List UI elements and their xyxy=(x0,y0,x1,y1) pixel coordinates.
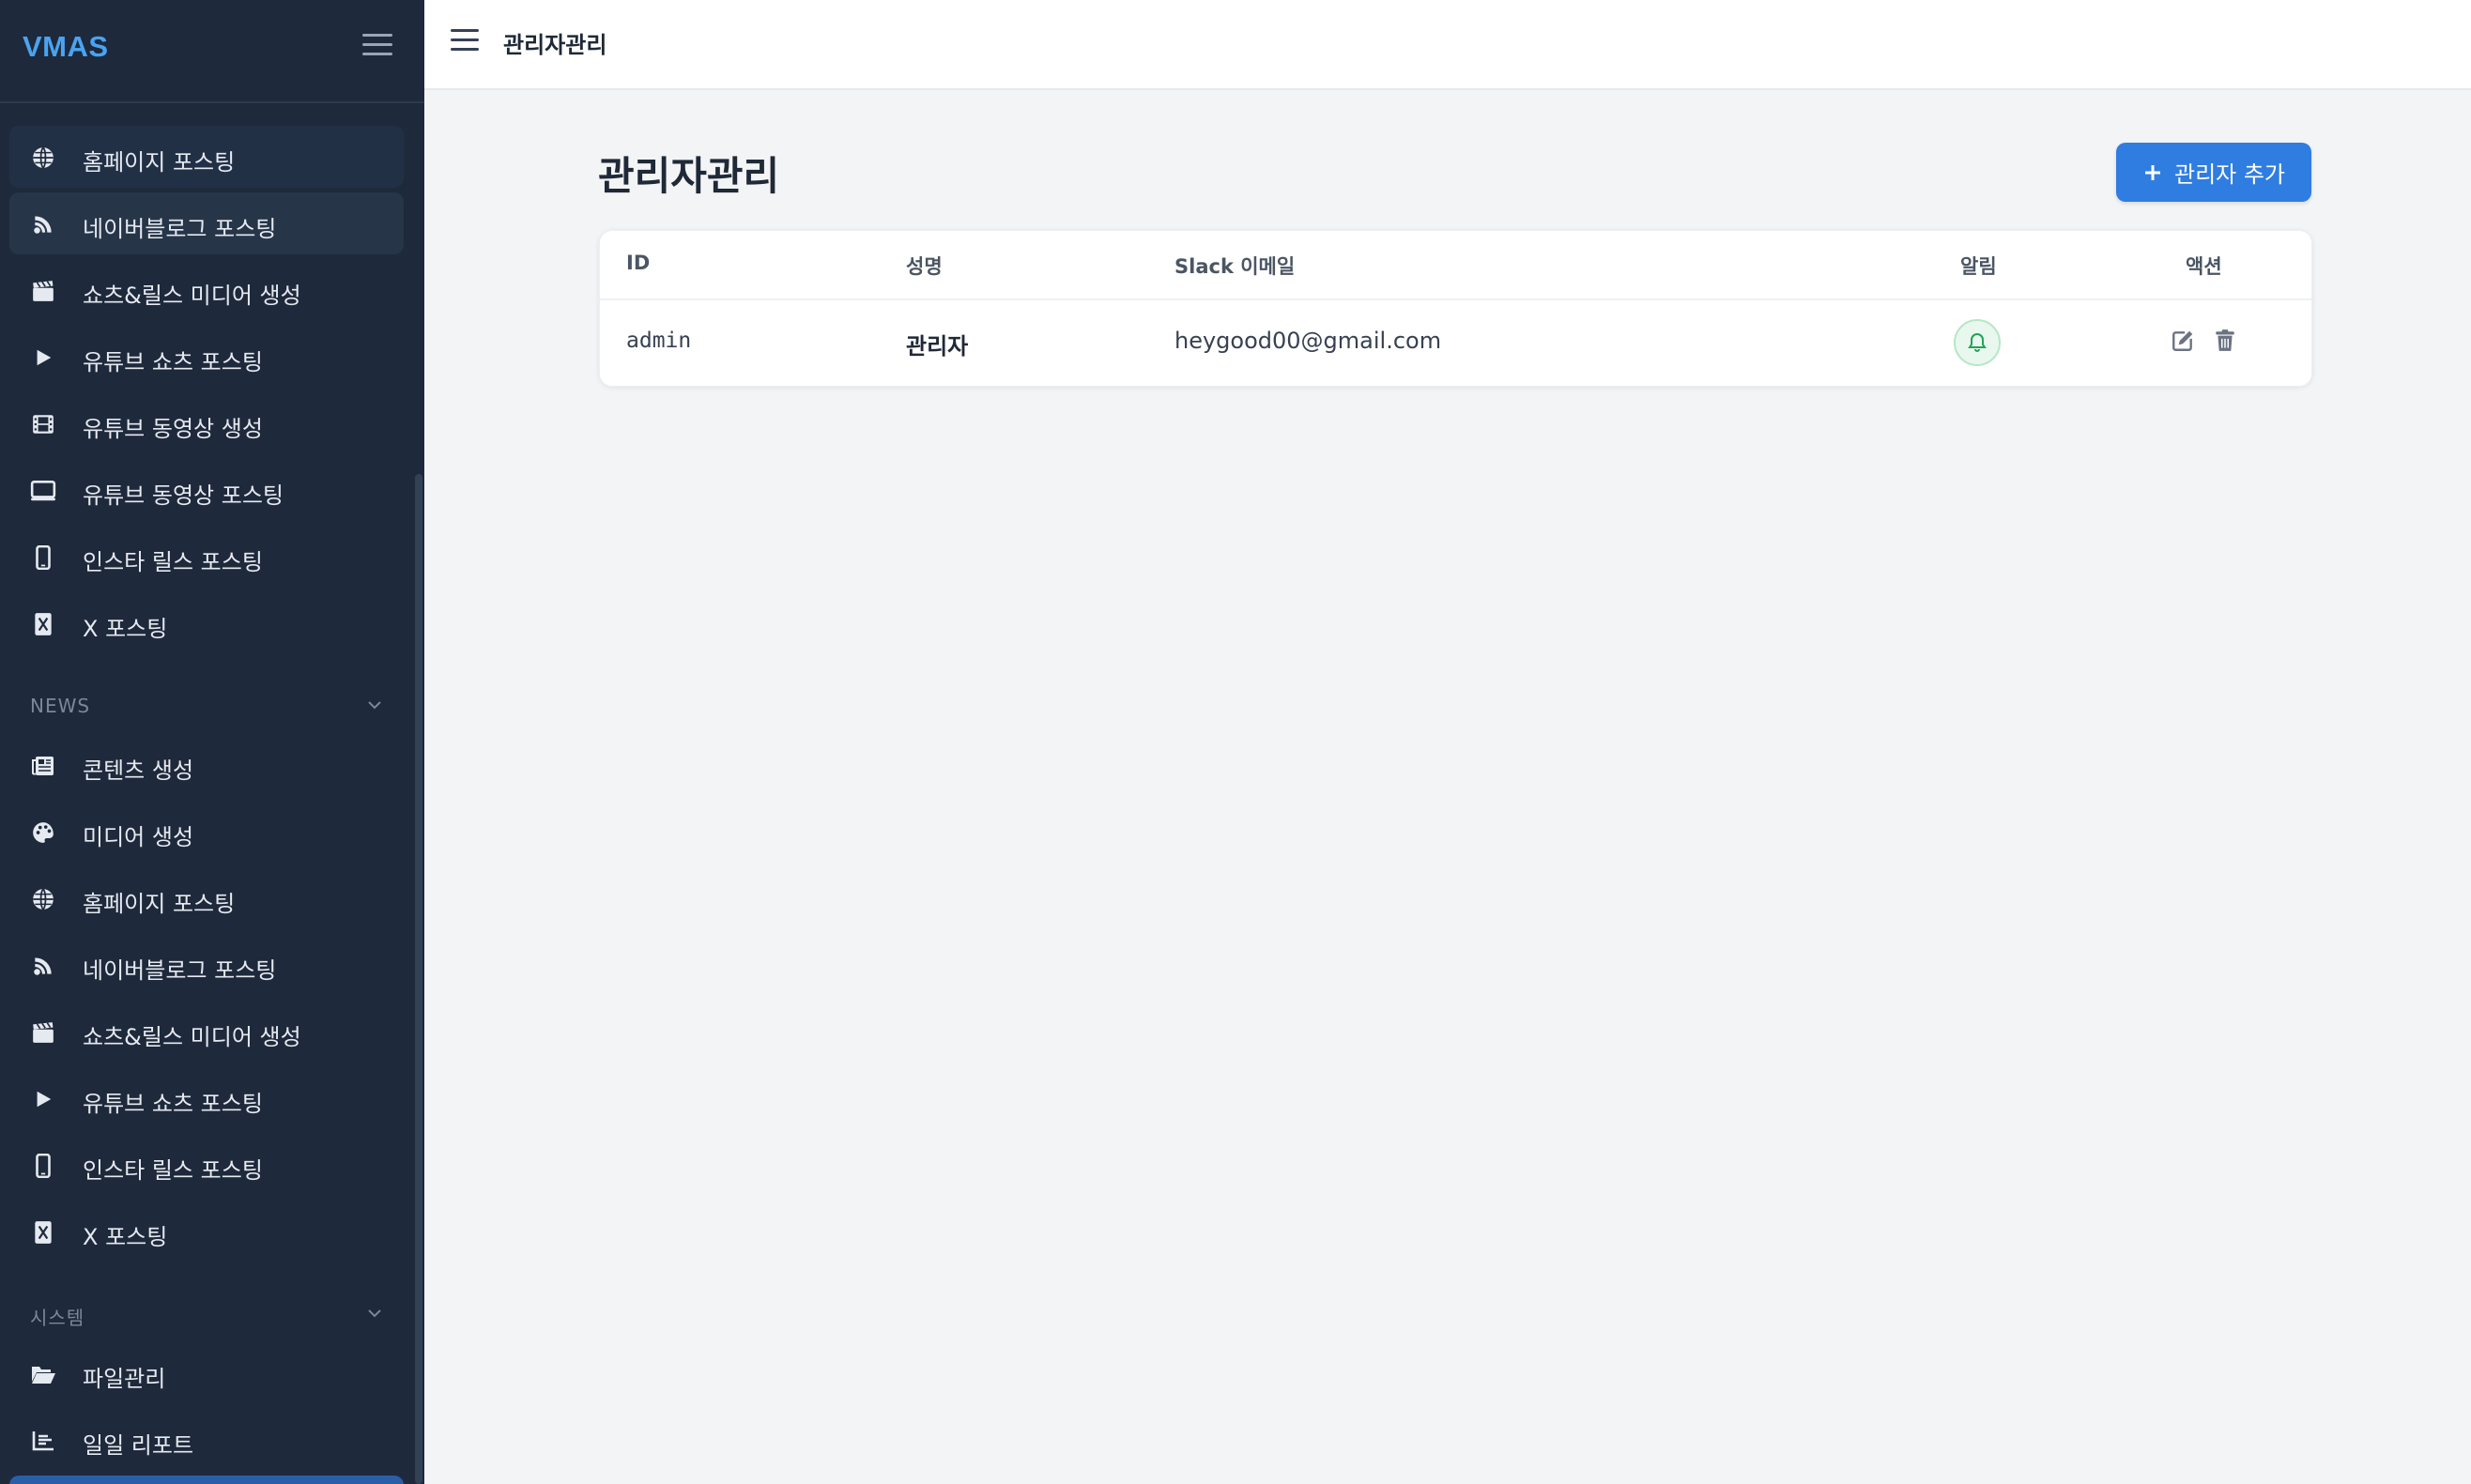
add-admin-button[interactable]: 관리자 추가 xyxy=(2116,143,2311,202)
bell-icon xyxy=(1968,332,1987,352)
trash-icon xyxy=(2216,329,2234,351)
sidebar-item-news-insta-reels[interactable]: 인스타 릴스 포스팅 xyxy=(9,1134,404,1196)
palette-icon xyxy=(30,819,56,846)
chevron-down-icon[interactable] xyxy=(366,1305,383,1322)
sidebar-header: VMAS xyxy=(0,0,424,103)
sidebar-item-label: 유튜브 쇼츠 포스팅 xyxy=(83,1091,263,1117)
sidebar-item-active-partial[interactable] xyxy=(9,1476,404,1484)
section-title-system: 시스템 xyxy=(30,1307,85,1329)
clapperboard-icon xyxy=(30,1019,56,1046)
sidebar-item-daily-report[interactable]: 일일 리포트 xyxy=(9,1409,404,1471)
blog-icon xyxy=(30,211,56,237)
sidebar-item-label: 홈페이지 포스팅 xyxy=(83,149,236,176)
alert-toggle-button[interactable] xyxy=(1954,319,2001,366)
sidebar-item-label: 콘텐츠 생성 xyxy=(83,757,194,784)
globe-icon xyxy=(30,886,56,912)
column-header-alert: 알림 xyxy=(1960,255,1997,278)
edit-icon xyxy=(2172,330,2193,351)
phone-icon xyxy=(30,1153,56,1179)
globe-icon xyxy=(30,145,56,171)
phone-icon xyxy=(30,544,56,571)
sidebar-item-label: 인스타 릴스 포스팅 xyxy=(83,549,263,575)
x-icon xyxy=(30,611,56,637)
sidebar-item-media-create[interactable]: 미디어 생성 xyxy=(9,801,404,863)
sidebar-item-label: 유튜브 쇼츠 포스팅 xyxy=(83,349,263,375)
hamburger-menu-icon[interactable] xyxy=(451,29,479,54)
sidebar-item-youtube-video-posting[interactable]: 유튜브 동영상 포스팅 xyxy=(9,459,404,521)
sidebar-item-naver-blog-posting[interactable]: 네이버블로그 포스팅 xyxy=(9,192,404,254)
newspaper-icon xyxy=(30,753,56,779)
section-title-news: NEWS xyxy=(30,695,91,717)
sidebar-item-x-posting[interactable]: X 포스팅 xyxy=(9,592,404,654)
delete-button[interactable] xyxy=(2212,328,2238,354)
sidebar-item-youtube-shorts[interactable]: 유튜브 쇼츠 포스팅 xyxy=(9,326,404,388)
sidebar-item-file-manager[interactable]: 파일관리 xyxy=(9,1342,404,1404)
chevron-down-icon[interactable] xyxy=(366,696,383,713)
sidebar-item-label: 유튜브 동영상 포스팅 xyxy=(83,482,284,509)
sidebar-item-label: 인스타 릴스 포스팅 xyxy=(83,1157,263,1184)
play-icon xyxy=(30,344,56,371)
sidebar: VMAS 홈페이지 포스팅 네이버블로그 포스팅 쇼츠&릴스 미디어 생성 유튜… xyxy=(0,0,424,1484)
sidebar-item-youtube-video-create[interactable]: 유튜브 동영상 생성 xyxy=(9,392,404,454)
sidebar-toggle-icon[interactable] xyxy=(362,34,392,58)
clapperboard-icon xyxy=(30,278,56,304)
sidebar-item-label: 파일관리 xyxy=(83,1366,166,1392)
x-icon xyxy=(30,1219,56,1246)
column-header-id: ID xyxy=(626,252,651,274)
sidebar-item-content-create[interactable]: 콘텐츠 생성 xyxy=(9,734,404,796)
add-admin-button-label: 관리자 추가 xyxy=(2173,161,2286,188)
table-header: ID 성명 Slack 이메일 알림 액션 xyxy=(600,231,2311,300)
sidebar-item-label: 일일 리포트 xyxy=(83,1432,194,1459)
sidebar-item-label: 쇼츠&릴스 미디어 생성 xyxy=(83,1024,301,1050)
topbar: 관리자관리 xyxy=(424,0,2471,90)
sidebar-scrollbar[interactable] xyxy=(415,474,422,1484)
cell-name: 관리자 xyxy=(906,333,969,360)
sidebar-item-news-shorts-media[interactable]: 쇼츠&릴스 미디어 생성 xyxy=(9,1001,404,1063)
sidebar-item-insta-reels[interactable]: 인스타 릴스 포스팅 xyxy=(9,526,404,588)
sidebar-item-label: X 포스팅 xyxy=(83,1224,168,1250)
film-icon xyxy=(30,411,56,437)
column-header-action: 액션 xyxy=(2186,255,2222,278)
sidebar-item-label: 홈페이지 포스팅 xyxy=(83,891,236,917)
cell-id: admin xyxy=(626,329,692,353)
column-header-slack-email: Slack 이메일 xyxy=(1174,255,1296,278)
sidebar-item-label: 네이버블로그 포스팅 xyxy=(83,216,277,242)
edit-button[interactable] xyxy=(2170,328,2196,354)
sidebar-item-label: 미디어 생성 xyxy=(83,824,194,850)
topbar-title: 관리자관리 xyxy=(503,32,607,58)
sidebar-item-label: X 포스팅 xyxy=(83,616,168,642)
sidebar-item-label: 유튜브 동영상 생성 xyxy=(83,416,263,442)
play-icon xyxy=(30,1086,56,1112)
sidebar-item-news-homepage-posting[interactable]: 홈페이지 포스팅 xyxy=(9,867,404,929)
sidebar-item-homepage-posting[interactable]: 홈페이지 포스팅 xyxy=(9,126,404,188)
admin-table: ID 성명 Slack 이메일 알림 액션 admin 관리자 heygood0… xyxy=(599,230,2312,387)
monitor-icon xyxy=(30,478,56,504)
page-title: 관리자관리 xyxy=(598,153,780,199)
sidebar-item-label: 네이버블로그 포스팅 xyxy=(83,957,277,984)
cell-email: heygood00@gmail.com xyxy=(1174,328,1442,354)
sidebar-item-news-x-posting[interactable]: X 포스팅 xyxy=(9,1201,404,1262)
plus-icon xyxy=(2144,164,2160,180)
chart-icon xyxy=(30,1428,56,1454)
column-header-name: 성명 xyxy=(906,255,943,278)
sidebar-item-news-naver-blog[interactable]: 네이버블로그 포스팅 xyxy=(9,934,404,996)
app-logo[interactable]: VMAS xyxy=(23,30,109,64)
blog-icon xyxy=(30,953,56,979)
sidebar-item-shorts-media[interactable]: 쇼츠&릴스 미디어 생성 xyxy=(9,259,404,321)
sidebar-item-label: 쇼츠&릴스 미디어 생성 xyxy=(83,283,301,309)
sidebar-item-news-youtube-shorts[interactable]: 유튜브 쇼츠 포스팅 xyxy=(9,1067,404,1129)
folder-open-icon xyxy=(30,1361,56,1387)
